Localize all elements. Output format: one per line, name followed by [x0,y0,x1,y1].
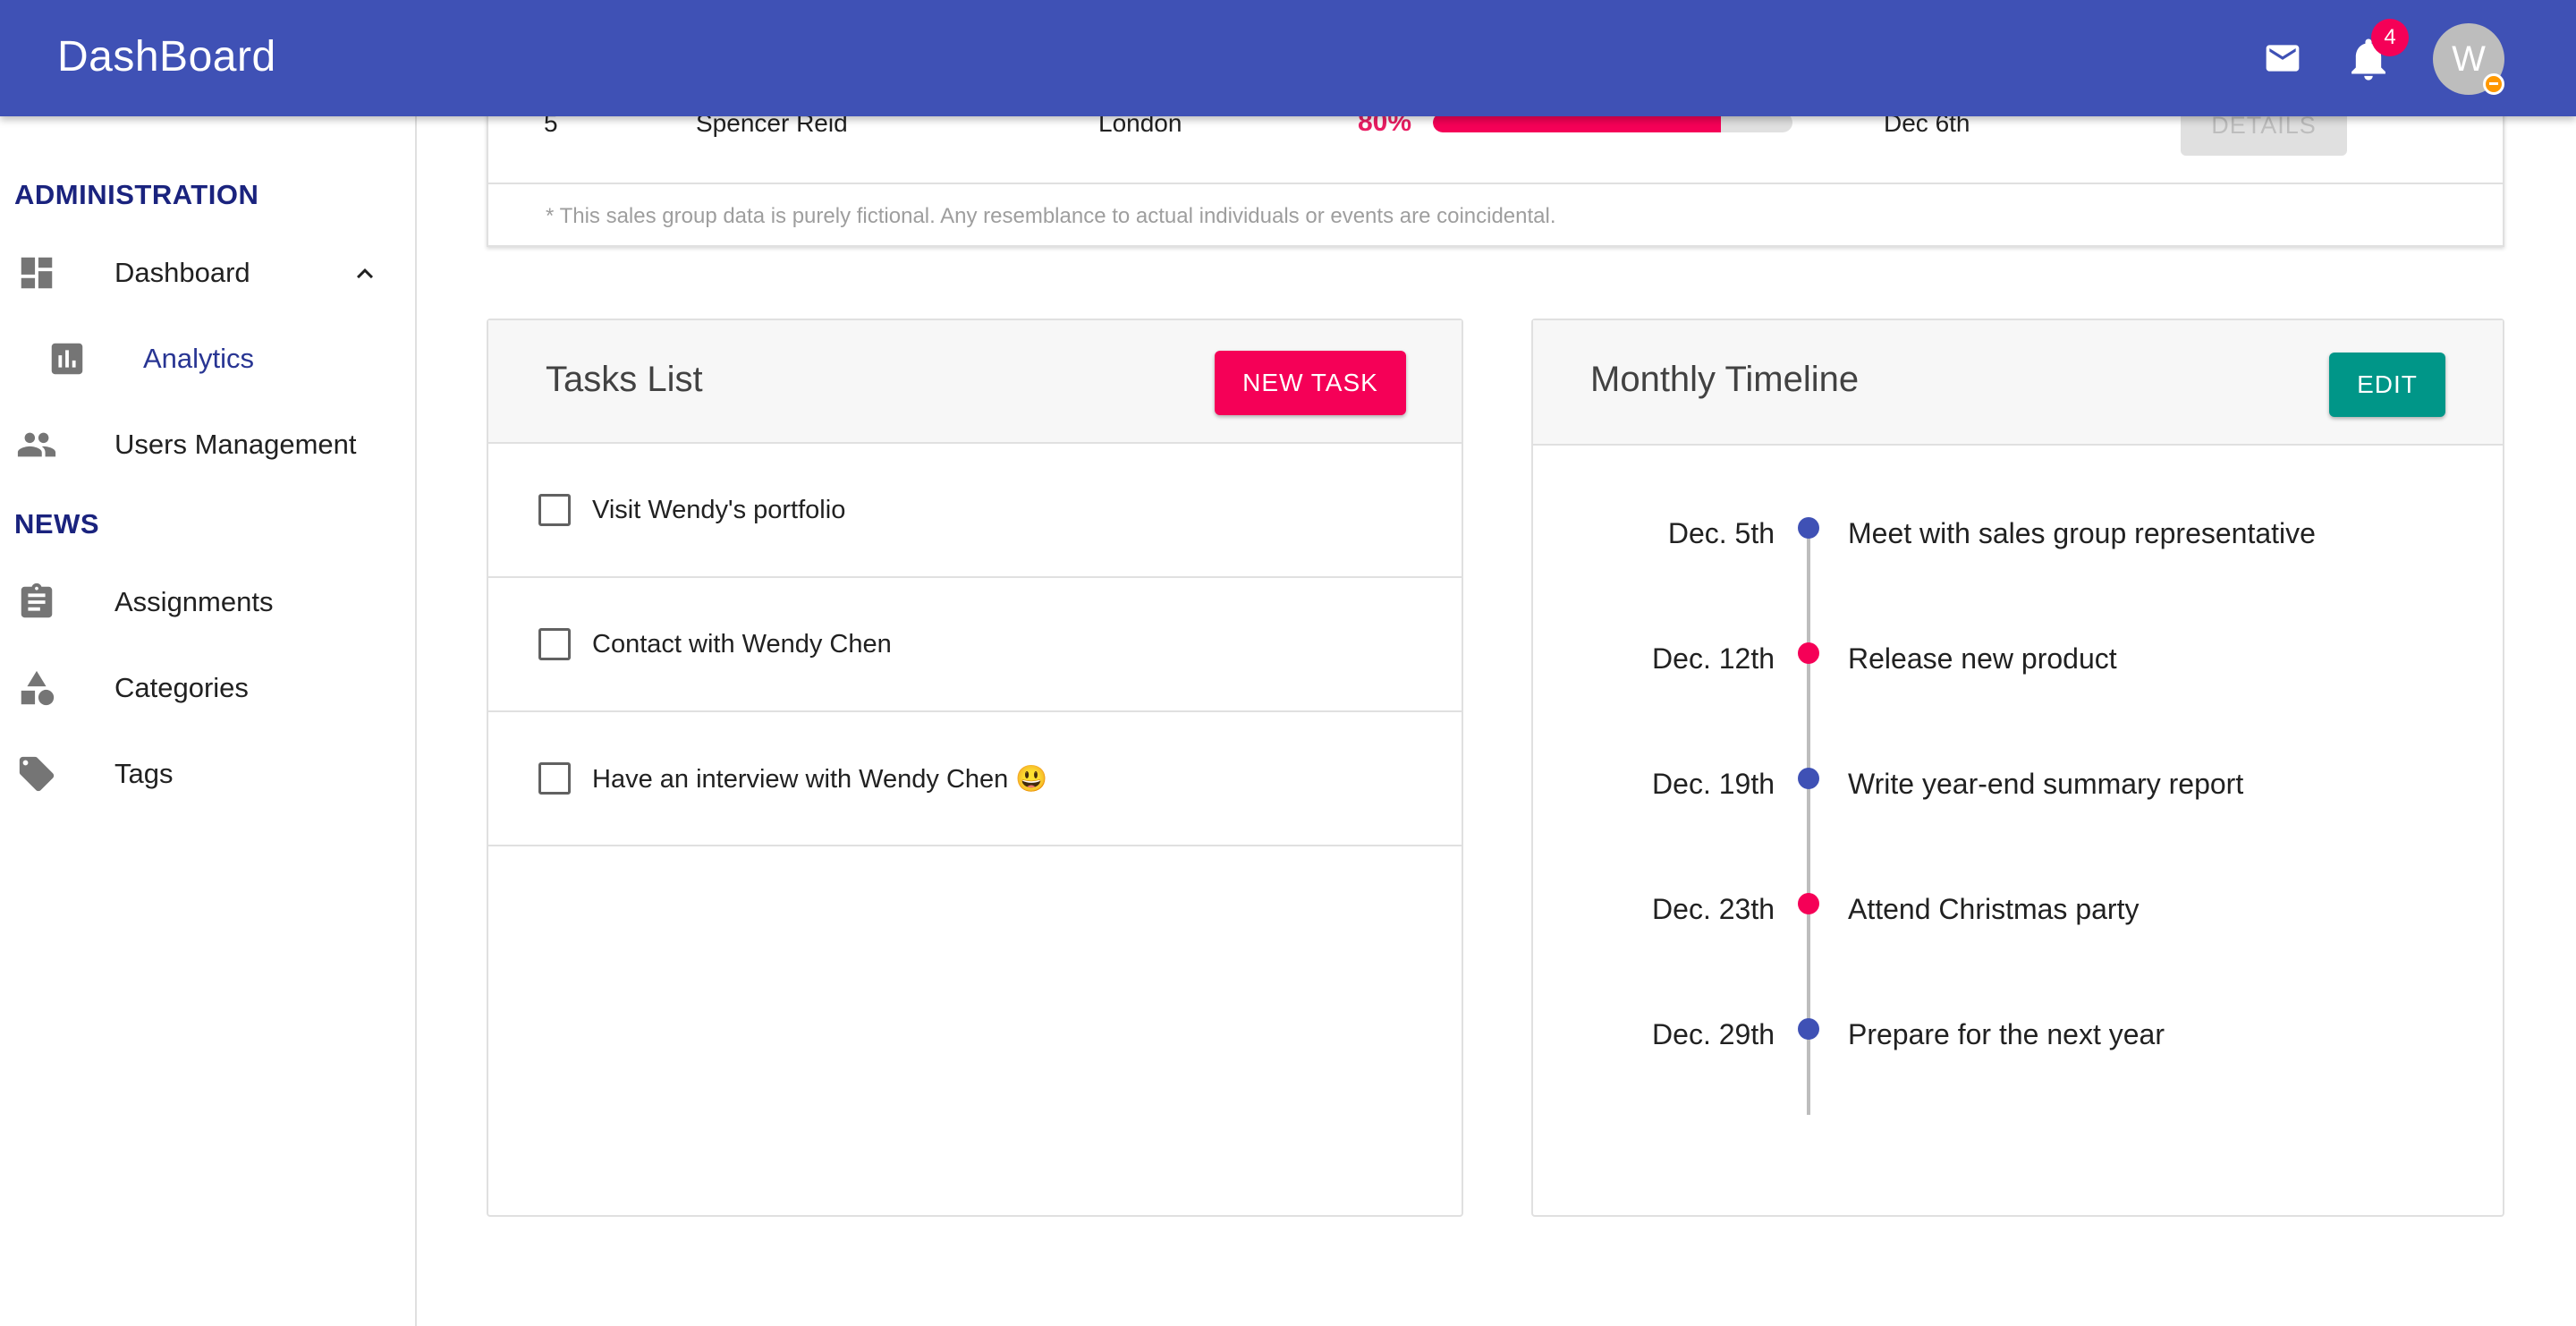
timeline-card: Monthly Timeline EDIT Dec. 5th Meet with… [1531,319,2504,1217]
timeline-dot [1798,768,1819,789]
task-label: Visit Wendy's portfolio [592,496,846,524]
sidebar-item-dashboard[interactable]: Dashboard [0,233,415,313]
new-task-button[interactable]: NEW TASK [1215,351,1406,415]
tasks-title: Tasks List [546,360,703,399]
sidebar-item-label: Assignments [114,586,274,617]
list-item: Have an interview with Wendy Chen 😃 [488,712,1462,846]
task-checkbox[interactable] [538,494,571,526]
timeline-text: Attend Christmas party [1848,893,2140,925]
task-checkbox[interactable] [538,628,571,660]
task-label: Contact with Wendy Chen [592,630,892,659]
timeline-dot [1798,642,1819,664]
timeline-dot [1798,1018,1819,1040]
timeline-date: Dec. 5th [1667,517,1775,549]
timeline-dot [1798,517,1819,539]
sidebar-item-categories[interactable]: Categories [0,648,415,728]
sidebar-item-tags[interactable]: Tags [0,734,415,814]
sidebar-item-label: Categories [114,672,249,703]
timeline-text: Prepare for the next year [1848,1018,2165,1050]
shapes-icon [21,670,55,706]
timeline-date: Dec. 12th [1652,642,1775,675]
edit-button[interactable]: EDIT [2329,353,2445,417]
sidebar-item-label: Analytics [143,343,255,374]
timeline-title: Monthly Timeline [1590,360,1860,399]
sidebar-item-users-management[interactable]: Users Management [0,404,415,485]
sidebar-item-label: Tags [114,758,174,789]
app-title: DashBoard [57,33,276,81]
timeline-date: Dec. 19th [1652,768,1775,800]
status-badge [2483,73,2504,95]
sidebar-item-label: Users Management [114,429,357,460]
timeline-text: Release new product [1848,642,2117,675]
notification-badge: 4 [2371,19,2409,56]
task-checkbox[interactable] [538,762,571,795]
timeline-date: Dec. 29th [1652,1018,1775,1050]
sidebar-item-assignments[interactable]: Assignments [0,562,415,642]
list-item: Contact with Wendy Chen [488,578,1462,712]
chevron-up-icon[interactable] [349,258,381,290]
timeline-card-header: Monthly Timeline EDIT [1533,320,2503,446]
timeline-dot [1798,893,1819,914]
dashboard-icon [21,257,53,289]
sales-footnote: * This sales group data is purely fictio… [546,204,1556,228]
tag-icon [19,756,55,792]
sidebar-item-analytics[interactable]: Analytics [0,319,415,399]
sidebar: ADMINISTRATION Dashboard Analytics Users… [0,116,417,1326]
bar-chart-icon [51,343,83,375]
sidebar-item-label: Dashboard [114,257,250,288]
timeline-text: Meet with sales group representative [1848,517,2316,549]
tasks-card: Tasks List NEW TASK Visit Wendy's portfo… [487,319,1463,1217]
tasks-card-header: Tasks List NEW TASK [488,320,1462,444]
app-bar: DashBoard 4 W [0,0,2576,116]
task-label: Have an interview with Wendy Chen 😃 [592,765,1048,794]
mail-icon[interactable] [2263,40,2302,76]
timeline-text: Write year-end summary report [1848,768,2244,800]
people-icon [17,432,56,457]
list-item: Visit Wendy's portfolio [488,444,1462,578]
clipboard-icon [21,582,53,618]
section-heading-news: NEWS [14,508,99,540]
section-heading-administration: ADMINISTRATION [14,179,259,210]
timeline-date: Dec. 23th [1652,893,1775,925]
